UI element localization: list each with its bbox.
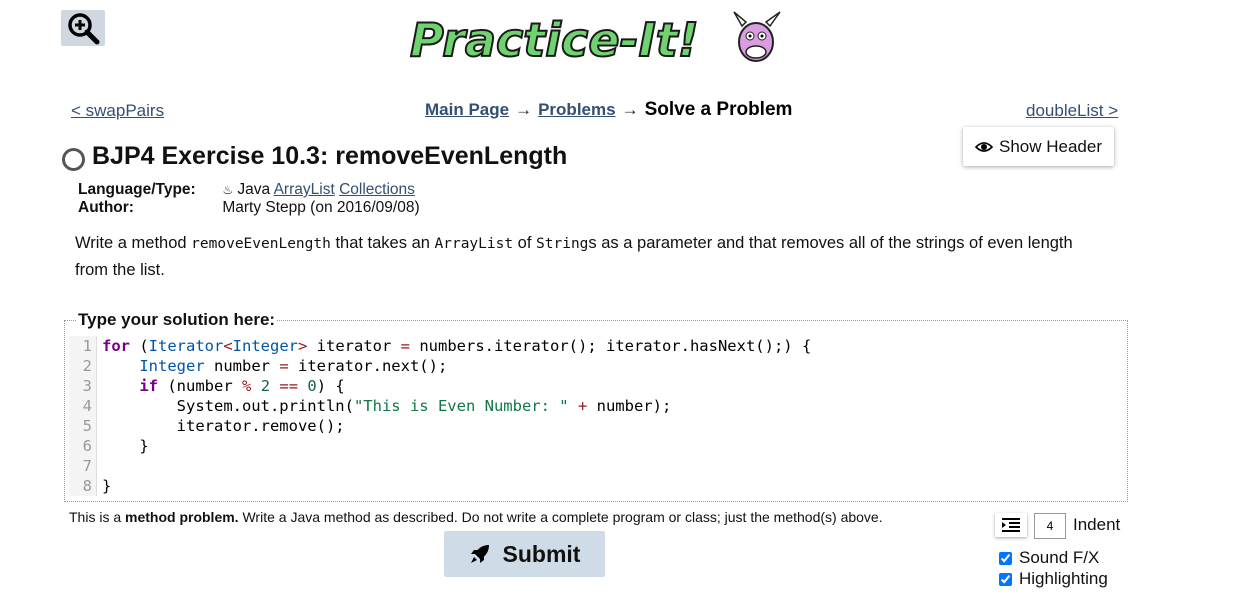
sound-fx-option[interactable]: Sound F/X bbox=[999, 548, 1099, 568]
show-header-button[interactable]: Show Header bbox=[963, 127, 1114, 166]
tag-arraylist[interactable]: ArrayList bbox=[274, 181, 335, 198]
language-value: Java bbox=[237, 181, 271, 198]
next-problem-link[interactable]: doubleList > bbox=[1026, 101, 1118, 121]
problem-title: BJP4 Exercise 10.3: removeEvenLength bbox=[92, 142, 568, 170]
highlighting-label: Highlighting bbox=[1019, 569, 1108, 588]
breadcrumb-arrow: → bbox=[515, 100, 533, 119]
sound-fx-checkbox[interactable] bbox=[999, 551, 1012, 565]
tag-collections[interactable]: Collections bbox=[339, 181, 415, 198]
submit-label: Submit bbox=[502, 540, 581, 567]
problem-meta: Language/Type: ♨ Java ArrayList Collecti… bbox=[78, 181, 420, 217]
zoom-button[interactable] bbox=[61, 10, 105, 46]
breadcrumb-problems[interactable]: Problems bbox=[538, 100, 615, 120]
code-line: 8} bbox=[69, 476, 1125, 496]
zoom-in-icon bbox=[68, 13, 100, 45]
practice-it-logo[interactable]: Practice-It! bbox=[408, 4, 788, 68]
method-problem-note: This is a method problem. Write a Java m… bbox=[69, 509, 883, 525]
sound-fx-label: Sound F/X bbox=[1019, 548, 1100, 567]
highlighting-checkbox[interactable] bbox=[999, 572, 1012, 586]
indent-icon bbox=[1002, 518, 1020, 532]
breadcrumb-current: Solve a Problem bbox=[644, 99, 793, 120]
code-line: 4 System.out.println("This is Even Numbe… bbox=[69, 396, 1125, 416]
prev-problem-link[interactable]: < swapPairs bbox=[71, 101, 164, 121]
code-line: 3 if (number % 2 == 0) { bbox=[69, 376, 1125, 396]
code-string: String bbox=[536, 236, 589, 252]
code-line: 6 } bbox=[69, 436, 1125, 456]
code-editor[interactable]: 1 for (Iterator<Integer> iterator = numbe… bbox=[69, 336, 1125, 498]
problem-status-icon bbox=[62, 148, 85, 171]
author-label: Author: bbox=[78, 199, 134, 216]
breadcrumb: Main Page → Problems → Solve a Problem bbox=[425, 99, 792, 121]
java-cup-icon: ♨ bbox=[222, 183, 234, 197]
solution-legend: Type your solution here: bbox=[76, 310, 278, 330]
show-header-label: Show Header bbox=[998, 136, 1102, 156]
author-value: Marty Stepp (on 2016/09/08) bbox=[222, 199, 420, 216]
code-method-name: removeEvenLength bbox=[191, 236, 331, 252]
code-arraylist: ArrayList bbox=[434, 236, 514, 252]
code-line: 5 iterator.remove(); bbox=[69, 416, 1125, 436]
svg-text:Practice-It!: Practice-It! bbox=[410, 13, 699, 67]
indent-size-input[interactable] bbox=[1034, 513, 1066, 539]
problem-description: Write a method removeEvenLength that tak… bbox=[75, 234, 1073, 279]
code-line: 7 bbox=[69, 456, 1125, 476]
indent-label: Indent bbox=[1073, 515, 1121, 534]
code-line: 2 Integer number = iterator.next(); bbox=[69, 356, 1125, 376]
language-type-label: Language/Type: bbox=[78, 181, 196, 198]
breadcrumb-arrow: → bbox=[621, 100, 639, 119]
highlighting-option[interactable]: Highlighting bbox=[999, 569, 1108, 589]
rocket-icon bbox=[470, 545, 489, 563]
code-line: 1 for (Iterator<Integer> iterator = numbe… bbox=[69, 336, 1125, 356]
cow-mascot-icon bbox=[733, 11, 781, 62]
breadcrumb-main-page[interactable]: Main Page bbox=[425, 100, 509, 120]
submit-button[interactable]: Submit bbox=[444, 531, 605, 577]
eye-icon bbox=[974, 141, 993, 152]
indent-button[interactable] bbox=[995, 513, 1027, 537]
